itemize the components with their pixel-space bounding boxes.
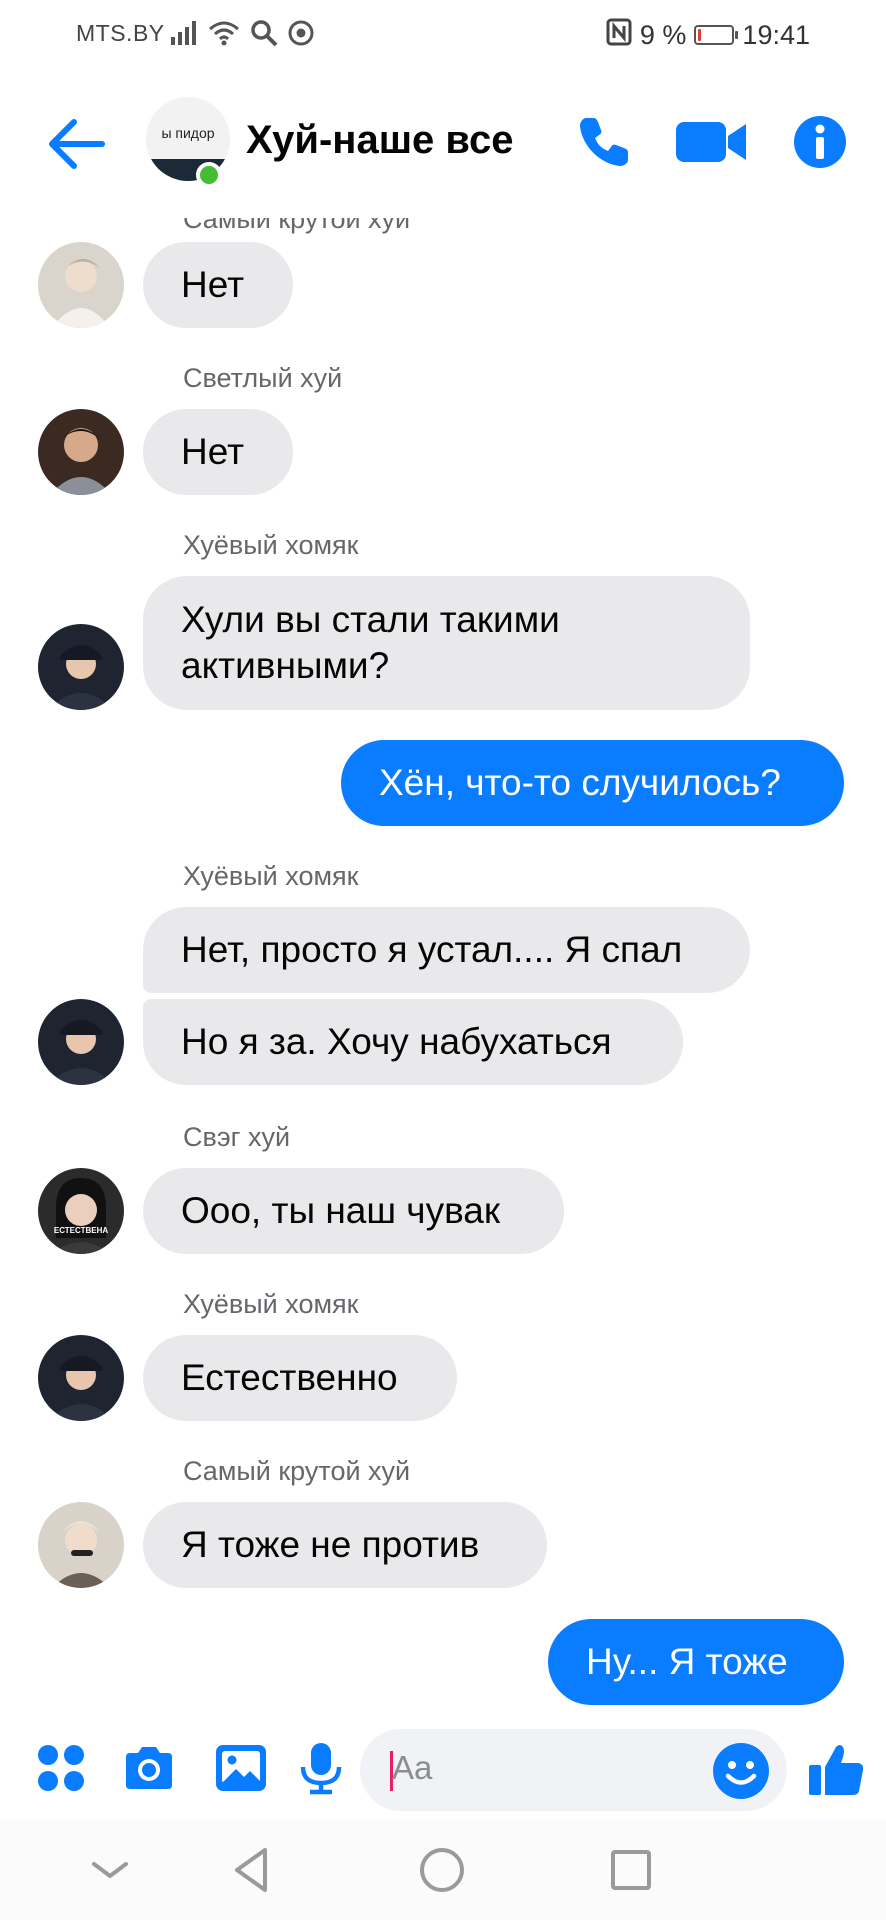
info-button[interactable] bbox=[790, 112, 850, 172]
voice-message-button[interactable] bbox=[296, 1739, 346, 1797]
clock: 19:41 bbox=[742, 19, 810, 50]
avatar[interactable] bbox=[38, 1335, 124, 1421]
nfc-icon bbox=[606, 18, 632, 53]
search-icon bbox=[250, 19, 278, 52]
avatar-caption: ЕСТЕСТВЕНА bbox=[53, 1226, 109, 1235]
sender-name: Хуёвый хомяк bbox=[183, 530, 359, 560]
message-bubble[interactable]: Нет, просто я устал.... Я спал bbox=[143, 907, 750, 993]
call-button[interactable] bbox=[574, 112, 634, 172]
chevron-down-icon bbox=[92, 1862, 128, 1878]
nav-home-button[interactable] bbox=[414, 1842, 470, 1898]
message-bubble[interactable]: Естественно bbox=[143, 1335, 457, 1421]
online-status-dot bbox=[196, 162, 222, 188]
back-button[interactable] bbox=[46, 116, 106, 172]
gallery-icon bbox=[216, 1745, 266, 1791]
gallery-button[interactable] bbox=[212, 1739, 270, 1797]
carrier-label: MTS.BY bbox=[76, 20, 165, 46]
message-bubble[interactable]: Ооо, ты наш чувак bbox=[143, 1168, 564, 1254]
avatar[interactable] bbox=[38, 1502, 124, 1588]
more-actions-button[interactable] bbox=[32, 1739, 90, 1797]
system-nav-bar bbox=[0, 1820, 886, 1920]
message-bubble[interactable]: Нет bbox=[143, 409, 293, 495]
message-input[interactable]: Aa bbox=[360, 1729, 787, 1811]
battery-percent: 9 % bbox=[639, 19, 687, 50]
message-bubble[interactable]: Я тоже не против bbox=[143, 1502, 547, 1588]
camera-icon bbox=[126, 1747, 172, 1789]
message-bubble-outgoing[interactable]: Ну... Я тоже bbox=[548, 1619, 844, 1705]
grid-menu-icon bbox=[38, 1745, 84, 1791]
sender-name: Самый крутой хуй bbox=[183, 1456, 411, 1486]
phone-icon bbox=[580, 118, 628, 166]
avatar[interactable] bbox=[38, 624, 124, 710]
emoji-icon bbox=[713, 1743, 769, 1799]
group-avatar-text: ы пидор bbox=[161, 125, 215, 141]
sender-name: Самый крутой хуй bbox=[183, 218, 411, 234]
camera-button[interactable] bbox=[120, 1739, 178, 1797]
video-camera-icon bbox=[676, 122, 746, 162]
message-bubble[interactable]: Нет bbox=[143, 242, 293, 328]
chrome-icon bbox=[288, 20, 314, 51]
avatar[interactable] bbox=[38, 999, 124, 1085]
microphone-icon bbox=[300, 1743, 342, 1795]
status-bar: MTS.BY 9 % 19:41 bbox=[0, 0, 886, 70]
message-bubble[interactable]: Хули вы стали такими активными? bbox=[143, 576, 750, 710]
message-composer: Aa bbox=[0, 1715, 886, 1820]
chat-header: ы пидор Хуй-наше все bbox=[0, 70, 886, 220]
sender-name: Светлый хуй bbox=[183, 363, 343, 393]
sender-name: Хуёвый хомяк bbox=[183, 1289, 359, 1319]
sender-name: Свэг хуй bbox=[183, 1122, 291, 1152]
wifi-icon bbox=[208, 20, 240, 51]
message-bubble-outgoing[interactable]: Хён, что-то случилось? bbox=[341, 740, 844, 826]
chat-title[interactable]: Хуй-наше все bbox=[246, 118, 514, 163]
nav-recents-button[interactable] bbox=[603, 1842, 659, 1898]
sender-name: Хуёвый хомяк bbox=[183, 861, 359, 891]
hide-nav-button[interactable] bbox=[82, 1842, 138, 1898]
signal-icon bbox=[170, 20, 198, 51]
message-input-placeholder: Aa bbox=[392, 1749, 433, 1786]
recents-square-icon bbox=[611, 1850, 651, 1890]
emoji-button[interactable] bbox=[711, 1741, 771, 1801]
like-button[interactable] bbox=[806, 1739, 866, 1797]
message-bubble[interactable]: Но я за. Хочу набухаться bbox=[143, 999, 683, 1085]
avatar[interactable]: ЕСТЕСТВЕНА bbox=[38, 1168, 124, 1254]
nav-back-button[interactable] bbox=[225, 1842, 281, 1898]
info-icon bbox=[794, 116, 846, 168]
back-triangle-icon bbox=[235, 1848, 267, 1892]
message-list[interactable]: Самый крутой хуй Нет Светлый хуй Нет Хуё… bbox=[0, 218, 886, 1715]
avatar[interactable] bbox=[38, 409, 124, 495]
arrow-left-icon bbox=[49, 119, 105, 169]
home-circle-icon bbox=[420, 1848, 464, 1892]
video-call-button[interactable] bbox=[674, 112, 750, 172]
avatar[interactable] bbox=[38, 242, 124, 328]
thumbs-up-icon bbox=[809, 1745, 864, 1795]
battery-icon bbox=[694, 25, 739, 45]
